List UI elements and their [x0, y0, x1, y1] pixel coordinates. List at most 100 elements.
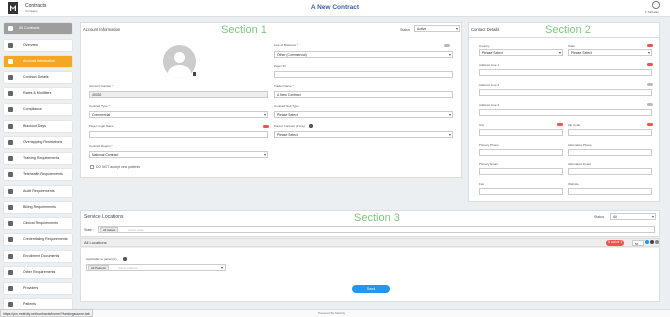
sidebar-item-credentialing-requirements[interactable]: Credentialing Requirements — [4, 234, 72, 245]
zip-code-input[interactable] — [568, 129, 652, 136]
sidebar-item-telehealth-requirements[interactable]: Telehealth Requirements — [4, 169, 72, 180]
line-of-business-select[interactable]: Other (Commercial) — [274, 51, 453, 58]
trade-name-label: Trader Name * — [274, 84, 294, 88]
sidebar-item-other-requirements[interactable]: Other Requirements — [4, 267, 72, 278]
sidebar-item-label: Overview — [23, 43, 38, 48]
country-select[interactable]: Please Select — [479, 49, 563, 56]
primary-email-input[interactable] — [479, 168, 563, 175]
more-icon[interactable] — [655, 240, 659, 244]
other-icon — [8, 270, 13, 275]
providers-icon — [8, 286, 13, 291]
sidebar-item-audit-requirements[interactable]: Audit Requirements — [4, 186, 72, 197]
sidebar-item-label: Credentialing Requirements — [23, 237, 68, 242]
state-tag[interactable]: All states — [100, 226, 119, 233]
contract-region-select[interactable]: National Contract — [89, 151, 268, 158]
primary-phone-label: Primary Phone — [479, 143, 499, 147]
contract-region-label: Contract Region * — [89, 144, 113, 148]
locations-state-multiselect[interactable] — [98, 226, 655, 233]
divider — [468, 37, 660, 38]
address-line-1-input[interactable] — [479, 69, 652, 76]
info-icon[interactable]: i — [309, 124, 313, 128]
payer-legal-name-label: Payer Legal Name — [89, 124, 114, 128]
address-line-3-input[interactable] — [479, 109, 652, 116]
patients-icon — [8, 302, 13, 307]
contract-sub-type-select[interactable]: Please Select — [274, 111, 453, 118]
city-input[interactable] — [479, 129, 563, 136]
sidebar-item-clinical-requirements[interactable]: Clinical Requirements — [4, 218, 72, 229]
sidebar-item-providers[interactable]: Providers — [4, 283, 72, 294]
avatar[interactable] — [163, 45, 196, 78]
payer-id-input[interactable] — [274, 71, 453, 78]
section-2-label: Section 2 — [545, 24, 591, 36]
sidebar-item-all-contracts[interactable]: All Contracts — [4, 23, 72, 34]
alternative-email-input[interactable] — [568, 168, 652, 175]
document-icon — [8, 75, 13, 80]
chevron-down-icon[interactable]: ▾ — [221, 265, 223, 270]
state-select[interactable]: Please Select — [568, 49, 652, 56]
sidebar-item-account-information[interactable]: Account Information — [4, 56, 72, 67]
sidebar-item-label: Telehealth Requirements — [23, 172, 63, 177]
count-badge: 0 out of 1 — [606, 239, 625, 246]
status-select[interactable]: Active — [414, 25, 460, 32]
sidebar-item-overlapping-restrictions[interactable]: Overlapping Restrictions — [4, 137, 72, 148]
state-label: State — [568, 44, 576, 48]
sidebar-item-billing-requirements[interactable]: Billing Requirements — [4, 202, 72, 213]
sidebar-item-blackout-days[interactable]: Blackout Days — [4, 121, 72, 132]
parent-contract-select[interactable]: Please Select — [274, 131, 453, 138]
section-3-label: Section 3 — [354, 212, 400, 224]
alternative-email-label: Alternative Email — [568, 162, 591, 166]
payer-id-label: Payer ID — [274, 64, 286, 68]
applicable-info-icon[interactable]: i — [123, 257, 127, 261]
edit-photo-icon[interactable] — [193, 72, 196, 76]
sidebar-item-overview[interactable]: Overview — [4, 40, 72, 51]
line-of-business-toggle[interactable] — [444, 44, 450, 47]
sidebar-item-enrollment-documents[interactable]: Enrollment Documents — [4, 251, 72, 262]
address-line-2-toggle[interactable] — [647, 83, 653, 86]
address-line-1-label: Address Line 1 — [479, 63, 500, 67]
sidebar-item-label: Rates & Modifiers — [23, 91, 52, 96]
website-input[interactable] — [568, 188, 652, 195]
locations-status-select[interactable]: All — [610, 213, 656, 220]
per-page-select[interactable]: 50 — [632, 239, 644, 246]
sidebar-item-label: Training Requirements — [23, 156, 60, 161]
alternative-phone-input[interactable] — [568, 149, 652, 156]
contract-sub-type-label: Contract Sub Type — [274, 104, 299, 108]
address-line-3-toggle[interactable] — [647, 103, 653, 106]
info-circle-icon[interactable] — [650, 240, 654, 244]
send-button[interactable]: Send — [352, 285, 390, 293]
sidebar-item-label: Billing Requirements — [23, 205, 56, 210]
patients-tag[interactable]: All Patients — [88, 264, 110, 271]
audit-icon — [8, 189, 13, 194]
primary-phone-input[interactable] — [479, 149, 563, 156]
trade-name-input[interactable]: A New Contract — [274, 91, 453, 98]
alternative-phone-label: Alternative Phone — [568, 143, 592, 147]
sidebar-item-label: Enrollment Documents — [23, 254, 60, 259]
contract-type-select[interactable]: Commercial — [89, 111, 268, 118]
city-toggle[interactable] — [557, 123, 563, 126]
user-icon[interactable] — [652, 1, 660, 9]
do-not-accept-label: DO NOT accept new patients — [96, 165, 141, 169]
do-not-accept-checkbox[interactable] — [90, 165, 94, 169]
fax-input[interactable] — [479, 188, 563, 195]
payer-legal-name-input[interactable] — [89, 131, 268, 138]
overlap-icon — [8, 140, 13, 145]
zip-code-toggle[interactable] — [647, 123, 653, 126]
address-line-1-toggle[interactable] — [647, 63, 653, 66]
add-location-icon[interactable] — [645, 240, 649, 244]
sidebar: All Contracts Overview Account Informati… — [0, 20, 74, 310]
address-line-2-input[interactable] — [479, 89, 652, 96]
rates-icon — [8, 91, 13, 96]
sidebar-item-training-requirements[interactable]: Training Requirements — [4, 153, 72, 164]
billing-icon — [8, 205, 13, 210]
sidebar-item-rates-modifiers[interactable]: Rates & Modifiers — [4, 88, 72, 99]
telehealth-icon — [8, 172, 13, 177]
sidebar-item-compliance[interactable]: Compliance — [4, 104, 72, 115]
payer-legal-name-toggle[interactable] — [263, 125, 269, 128]
sidebar-item-contract-details[interactable]: Contract Details — [4, 72, 72, 83]
sidebar-item-label: Providers — [23, 286, 39, 291]
user-label[interactable]: T. McLean — [645, 10, 659, 14]
state-toggle[interactable] — [647, 44, 653, 47]
sidebar-item-label: Audit Requirements — [23, 189, 55, 194]
sidebar-item-label: All Contracts — [19, 26, 40, 31]
account-icon — [8, 59, 13, 64]
